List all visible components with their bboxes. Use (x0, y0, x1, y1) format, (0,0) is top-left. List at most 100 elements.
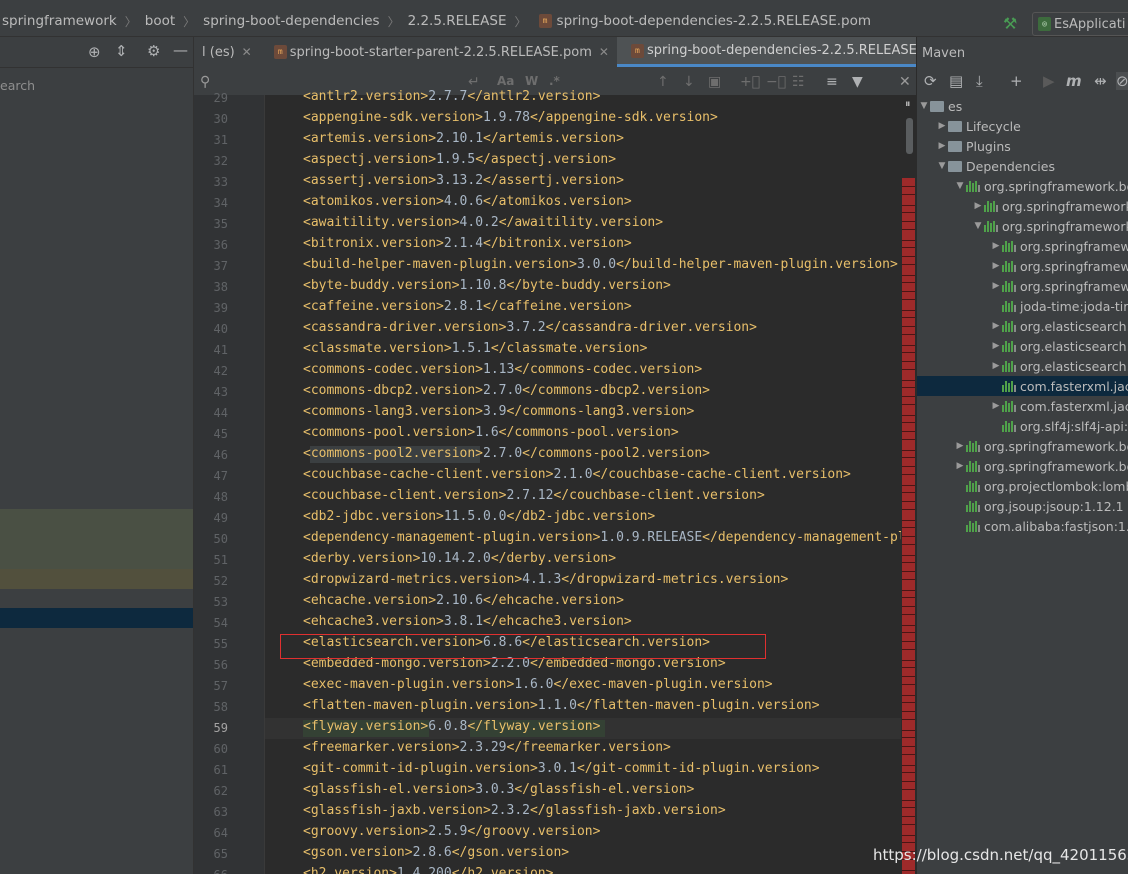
maven-tree-node-label: org.elasticsearch. (1020, 338, 1128, 354)
maven-tree-node[interactable]: ▶ org.springframew (0, 236, 1128, 256)
library-bar (1002, 344, 1004, 352)
maven-tree-node-label: org.springframew (1020, 258, 1128, 274)
library-bar (1014, 264, 1016, 272)
maven-tree-node-label: org.elasticsearch. (1020, 318, 1128, 334)
library-bar (996, 224, 998, 232)
library-bar (1008, 342, 1010, 352)
library-bar (966, 504, 968, 512)
chevron-right-icon[interactable]: ▶ (972, 201, 984, 211)
maven-tree-node[interactable]: ▶ org.springframework.bo (0, 436, 1128, 456)
maven-tree-node-label: org.springframework (1002, 198, 1128, 214)
library-bar (969, 500, 971, 512)
maven-tree-node[interactable]: ▶ org.elasticsearch. (0, 356, 1128, 376)
chevron-down-icon[interactable]: ▼ (936, 161, 948, 171)
maven-tree-node[interactable]: ▶ org.springframework.bo (0, 456, 1128, 476)
chevron-right-icon[interactable]: ▶ (990, 261, 1002, 271)
maven-tree-node[interactable]: joda-time:joda-tir (0, 296, 1128, 316)
library-bar (1014, 344, 1016, 352)
chevron-down-icon[interactable]: ▼ (918, 101, 930, 111)
library-bar (1014, 404, 1016, 412)
library-bar (1005, 360, 1007, 372)
chevron-right-icon[interactable]: ▶ (936, 121, 948, 131)
maven-tree-node[interactable]: ▶ Plugins (0, 136, 1011, 156)
maven-tree-node[interactable]: org.jsoup:jsoup:1.12.1 (0, 496, 1124, 516)
library-bar (990, 222, 992, 232)
library-dependency-icon (1002, 340, 1016, 352)
library-bar (969, 460, 971, 472)
library-bar (1008, 322, 1010, 332)
library-bar (1002, 304, 1004, 312)
maven-tree-node-label: com.fasterxml.jac (1020, 378, 1128, 394)
maven-tree-node-label: org.springframew (1020, 278, 1128, 294)
maven-tree-node[interactable]: ▶ com.fasterxml.jac (0, 396, 1128, 416)
maven-tree-node-label: com.alibaba:fastjson:1.2 (984, 518, 1128, 534)
library-bar (1002, 284, 1004, 292)
library-bar (1014, 364, 1016, 372)
maven-tree-node[interactable]: ▼ org.springframework.bo (0, 176, 1128, 196)
library-bar (972, 182, 974, 192)
library-bar (1008, 402, 1010, 412)
library-dependency-icon (966, 500, 980, 512)
maven-tree-node-label: org.springframework.bo (984, 458, 1128, 474)
chevron-right-icon[interactable]: ▶ (936, 141, 948, 151)
chevron-down-icon[interactable]: ▼ (954, 181, 966, 191)
library-bar (975, 500, 977, 512)
library-bar (972, 442, 974, 452)
library-dependency-icon (966, 480, 980, 492)
maven-tree-node[interactable]: ▶ org.elasticsearch. (0, 316, 1128, 336)
library-bar (972, 522, 974, 532)
maven-tree-node-label: org.springframework.bo (984, 178, 1128, 194)
maven-tree-node[interactable]: com.fasterxml.jac (917, 376, 1128, 396)
library-bar (969, 520, 971, 532)
maven-tree-node[interactable]: ▼ org.springframework (0, 216, 1128, 236)
library-bar (975, 180, 977, 192)
maven-tree-node[interactable]: org.projectlombok:lomb (0, 476, 1128, 496)
library-bar (969, 480, 971, 492)
chevron-down-icon[interactable]: ▼ (972, 221, 984, 231)
maven-tree-node[interactable]: com.alibaba:fastjson:1.2 (0, 516, 1128, 536)
library-bar (978, 524, 980, 532)
library-bar (1011, 320, 1013, 332)
maven-tree-node-label: org.elasticsearch. (1020, 358, 1128, 374)
maven-tree-node-label: Lifecycle (966, 118, 1021, 134)
folder-icon (930, 100, 944, 112)
maven-tree-node[interactable]: ▼ Dependencies (0, 156, 1055, 176)
maven-tree-node[interactable]: ▶ Lifecycle (0, 116, 1021, 136)
maven-tree-node[interactable]: ▶ org.springframew (0, 256, 1128, 276)
maven-tree-node-label: org.slf4j:slf4j-api: (1020, 418, 1128, 434)
maven-tree-node[interactable]: ▶ org.springframew (0, 276, 1128, 296)
chevron-right-icon[interactable]: ▶ (990, 401, 1002, 411)
library-dependency-icon (966, 440, 980, 452)
library-dependency-icon (1002, 300, 1016, 312)
maven-tree-node-label: org.springframew (1020, 238, 1128, 254)
maven-tree-node[interactable]: ▼ es (0, 96, 963, 116)
library-bar (1005, 240, 1007, 252)
chevron-right-icon[interactable]: ▶ (954, 461, 966, 471)
library-bar (1005, 260, 1007, 272)
folder-icon (948, 120, 962, 132)
chevron-right-icon[interactable]: ▶ (954, 441, 966, 451)
maven-tree-node[interactable]: ▶ org.springframework (0, 196, 1128, 216)
maven-tree-node-label: org.jsoup:jsoup:1.12.1 (984, 498, 1124, 514)
maven-tree-node[interactable]: ▶ org.elasticsearch. (0, 336, 1128, 356)
chevron-right-icon[interactable]: ▶ (990, 241, 1002, 251)
chevron-right-icon[interactable]: ▶ (990, 321, 1002, 331)
library-dependency-icon (1002, 420, 1016, 432)
maven-tree-node[interactable]: org.slf4j:slf4j-api: (0, 416, 1128, 436)
library-bar (1002, 324, 1004, 332)
chevron-right-icon[interactable]: ▶ (990, 361, 1002, 371)
library-bar (1014, 284, 1016, 292)
maven-tree-node-label: com.fasterxml.jac (1020, 398, 1128, 414)
library-bar (1014, 244, 1016, 252)
library-bar (987, 220, 989, 232)
maven-tree-node-label: es (948, 98, 963, 114)
library-dependency-icon (1002, 240, 1016, 252)
library-bar (1002, 264, 1004, 272)
library-bar (1005, 280, 1007, 292)
chevron-right-icon[interactable]: ▶ (990, 341, 1002, 351)
library-bar (1014, 424, 1016, 432)
tree-nodes: ▼ es ▶ Lifecycle ▶ Plugins ▼ Dependencies ▼ org.s… (0, 0, 1128, 874)
chevron-right-icon[interactable]: ▶ (990, 281, 1002, 291)
library-bar (1011, 340, 1013, 352)
library-bar (978, 184, 980, 192)
